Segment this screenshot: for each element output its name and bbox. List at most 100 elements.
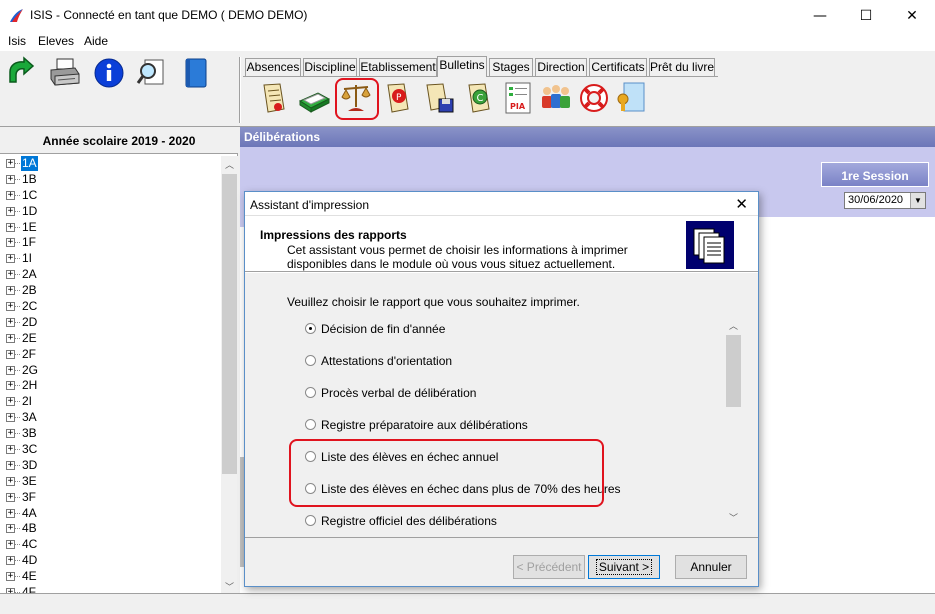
bulletin-scroll-icon[interactable] — [258, 81, 290, 115]
tab-stages[interactable]: Stages — [489, 58, 533, 76]
lifebuoy-icon[interactable] — [578, 81, 610, 115]
scroll-save-icon[interactable] — [423, 81, 455, 115]
tree-item[interactable]: +2G — [0, 363, 220, 379]
tree-item[interactable]: +3D — [0, 458, 220, 474]
scroll-up-icon[interactable]: ︿ — [221, 158, 238, 171]
cancel-button[interactable]: Annuler — [675, 555, 747, 579]
expand-plus-icon[interactable]: + — [6, 222, 15, 232]
previous-button[interactable]: < Précédent — [513, 555, 585, 579]
tree-item[interactable]: +3C — [0, 442, 220, 458]
tab-pret-du-livre[interactable]: Prêt du livre — [649, 58, 715, 76]
expand-plus-icon[interactable]: + — [6, 238, 15, 248]
tree-item[interactable]: +4B — [0, 521, 220, 537]
maximize-button[interactable]: ☐ — [843, 0, 889, 31]
expand-plus-icon[interactable]: + — [6, 333, 15, 343]
tree-item[interactable]: +4C — [0, 537, 220, 553]
tree-item[interactable]: +4A — [0, 506, 220, 522]
expand-plus-icon[interactable]: + — [6, 349, 15, 359]
tree-item[interactable]: +2A — [0, 267, 220, 283]
refresh-icon[interactable] — [4, 56, 38, 90]
students-group-icon[interactable] — [538, 81, 574, 115]
search-document-icon[interactable] — [135, 56, 169, 90]
options-scroll-thumb[interactable] — [726, 335, 741, 407]
expand-plus-icon[interactable]: + — [6, 286, 15, 296]
radio-button[interactable] — [305, 515, 316, 526]
tree-item[interactable]: +3A — [0, 410, 220, 426]
tree-item[interactable]: +2E — [0, 331, 220, 347]
expand-plus-icon[interactable]: + — [6, 556, 15, 566]
expand-plus-icon[interactable]: + — [6, 508, 15, 518]
tab-absences[interactable]: Absences — [245, 58, 301, 76]
tab-certificats[interactable]: Certificats — [589, 58, 647, 76]
expand-plus-icon[interactable]: + — [6, 445, 15, 455]
tree-item[interactable]: +1I — [0, 251, 220, 267]
expand-plus-icon[interactable]: + — [6, 429, 15, 439]
tab-etablissement[interactable]: Etablissement — [359, 58, 437, 76]
tree-item[interactable]: +1D — [0, 204, 220, 220]
minimize-button[interactable]: — — [797, 0, 843, 31]
scroll-down-icon[interactable]: ﹀ — [221, 580, 238, 593]
dialog-close-button[interactable]: ✕ — [735, 195, 748, 213]
expand-plus-icon[interactable]: + — [6, 206, 15, 216]
tree-item[interactable]: +1B — [0, 172, 220, 188]
tree-item[interactable]: +3F — [0, 490, 220, 506]
close-window-button[interactable]: ✕ — [889, 0, 935, 31]
scroll-red-seal-icon[interactable]: P — [382, 81, 414, 115]
expand-plus-icon[interactable]: + — [6, 365, 15, 375]
expand-plus-icon[interactable]: + — [6, 397, 15, 407]
radio-button[interactable] — [305, 419, 316, 430]
pia-document-icon[interactable]: PIA — [502, 81, 534, 115]
session-button[interactable]: 1re Session — [821, 162, 929, 187]
tree-item[interactable]: +4E — [0, 569, 220, 585]
expand-plus-icon[interactable]: + — [6, 159, 15, 168]
expand-plus-icon[interactable]: + — [6, 254, 15, 264]
tree-item[interactable]: +3E — [0, 474, 220, 490]
tree-item[interactable]: +2D — [0, 315, 220, 331]
menu-aide[interactable]: Aide — [84, 34, 108, 48]
expand-plus-icon[interactable]: + — [6, 190, 15, 200]
printer-icon[interactable] — [48, 56, 82, 90]
expand-plus-icon[interactable]: + — [6, 317, 15, 327]
next-button[interactable]: Suivant > — [588, 555, 660, 579]
tree-item[interactable]: +1A — [0, 156, 220, 172]
scroll-up-icon[interactable]: ︿ — [725, 319, 742, 332]
tree-item[interactable]: +1C — [0, 188, 220, 204]
tab-discipline[interactable]: Discipline — [303, 58, 357, 76]
tree-item[interactable]: +4F — [0, 585, 220, 593]
expand-plus-icon[interactable]: + — [6, 174, 15, 184]
radio-button[interactable] — [305, 387, 316, 398]
scroll-copyright-icon[interactable]: C — [463, 81, 495, 115]
tree-scrollbar[interactable]: ︿ ﹀ — [221, 156, 238, 593]
tree-item[interactable]: +1F — [0, 235, 220, 251]
expand-plus-icon[interactable]: + — [6, 460, 15, 470]
menu-eleves[interactable]: Eleves — [38, 34, 74, 48]
tree-item[interactable]: +2I — [0, 394, 220, 410]
tree-item[interactable]: +3B — [0, 426, 220, 442]
tree-item[interactable]: +1E — [0, 220, 220, 236]
expand-plus-icon[interactable]: + — [6, 572, 15, 582]
tree-item[interactable]: +2C — [0, 299, 220, 315]
menu-isis[interactable]: Isis — [8, 34, 26, 48]
date-select[interactable]: 30/06/2020 ▼ — [844, 192, 926, 209]
green-folder-icon[interactable] — [298, 81, 330, 115]
tab-bulletins[interactable]: Bulletins — [437, 56, 487, 77]
expand-plus-icon[interactable]: + — [6, 381, 15, 391]
tab-direction[interactable]: Direction — [535, 58, 587, 76]
options-scrollbar[interactable]: ︿ ﹀ — [725, 317, 742, 525]
info-icon[interactable] — [92, 56, 126, 90]
chevron-down-icon[interactable]: ▼ — [910, 193, 925, 208]
tree-item[interactable]: +2F — [0, 347, 220, 363]
tree-item[interactable]: +4D — [0, 553, 220, 569]
expand-plus-icon[interactable]: + — [6, 524, 15, 534]
book-icon[interactable] — [178, 56, 212, 90]
expand-plus-icon[interactable]: + — [6, 476, 15, 486]
tree-item[interactable]: +2H — [0, 378, 220, 394]
certificate-document-icon[interactable] — [614, 81, 646, 115]
expand-plus-icon[interactable]: + — [6, 540, 15, 550]
tree-scroll-thumb[interactable] — [222, 174, 237, 474]
radio-button[interactable] — [305, 323, 316, 334]
expand-plus-icon[interactable]: + — [6, 270, 15, 280]
tree-item[interactable]: +2B — [0, 283, 220, 299]
expand-plus-icon[interactable]: + — [6, 492, 15, 502]
expand-plus-icon[interactable]: + — [6, 413, 15, 423]
